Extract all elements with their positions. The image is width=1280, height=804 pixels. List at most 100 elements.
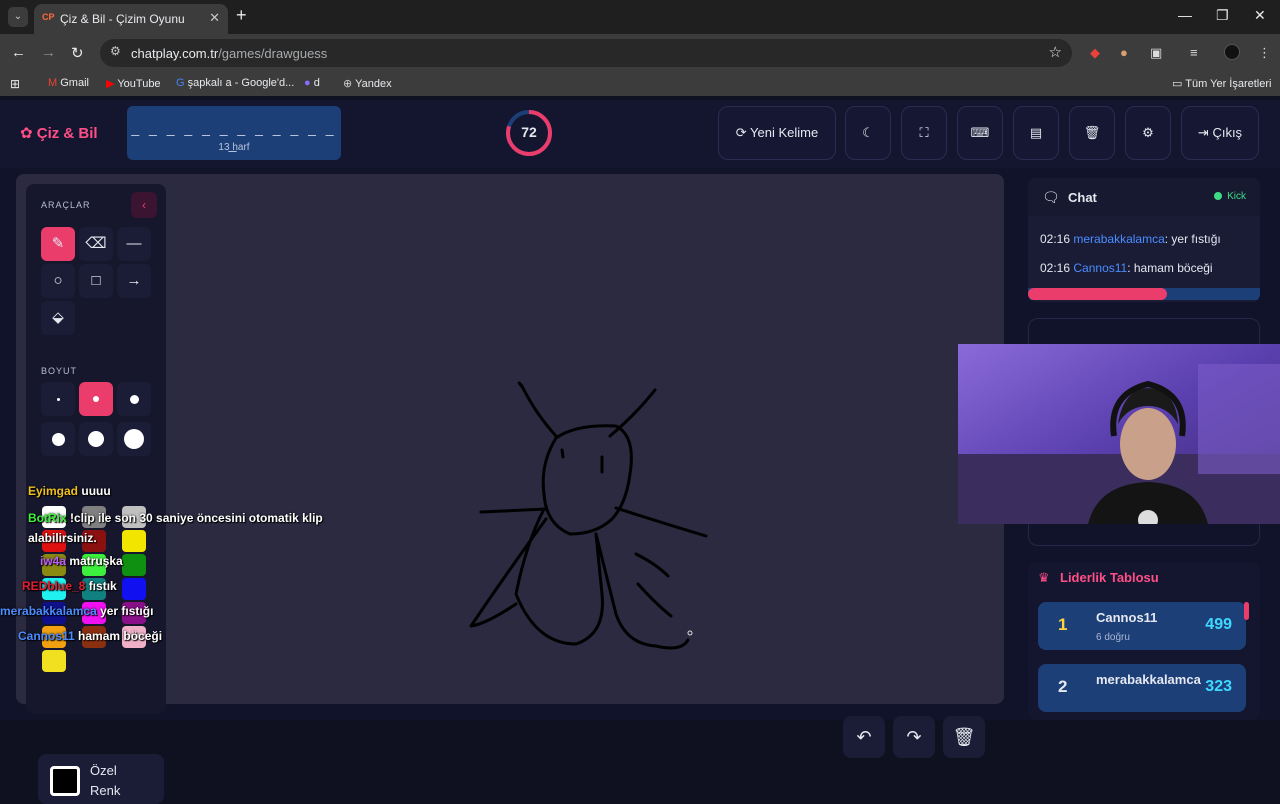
browser-tab[interactable]: CP Çiz & Bil - Çizim Oyunu ✕ xyxy=(34,4,228,34)
leaderboard-row: 1 Cannos11 6 doğru 499 xyxy=(1038,602,1246,650)
gmail-icon: M xyxy=(48,77,61,89)
url-path: /games/drawguess xyxy=(218,46,328,61)
exit-button[interactable]: ⇥ Çıkış xyxy=(1181,106,1259,160)
size-dot xyxy=(56,397,60,401)
round-timer: 72 xyxy=(505,109,553,157)
expand-icon: ⛶ xyxy=(919,125,929,140)
eraser-tool[interactable]: ⌫ xyxy=(79,227,113,261)
browser-menu-icon[interactable]: ⋮ xyxy=(1258,45,1271,61)
url-host: chatplay.com.tr xyxy=(131,46,219,61)
arrow-tool[interactable]: → xyxy=(117,264,151,298)
chat-progress-fill xyxy=(1028,288,1168,300)
new-tab-button[interactable]: + xyxy=(236,5,247,26)
media-control-icon[interactable]: ≡ xyxy=(1190,45,1198,60)
size-6[interactable] xyxy=(117,422,151,456)
forward-button[interactable]: → xyxy=(41,44,56,61)
size-3[interactable] xyxy=(117,382,151,416)
player-name: merabakkalamca xyxy=(1096,672,1201,687)
overlay-message: matruşka xyxy=(69,554,123,568)
rank: 2 xyxy=(1058,677,1068,696)
all-bookmarks[interactable]: ▭ Tüm Yer İşaretleri xyxy=(1172,77,1271,90)
undo-icon: ↶ xyxy=(856,727,872,747)
dark-mode-button[interactable]: ☾ xyxy=(845,106,891,160)
bookmark-gmail[interactable]: M Gmail xyxy=(48,77,89,89)
overlay-username: BotRix xyxy=(28,511,70,525)
back-button[interactable]: ← xyxy=(11,44,26,61)
extension-icon[interactable]: ◆ xyxy=(1090,45,1100,61)
square-tool[interactable]: □ xyxy=(79,264,113,298)
chevron-left-icon: ‹ xyxy=(142,198,146,212)
square-icon: □ xyxy=(91,272,101,289)
collapse-panel-button[interactable]: ‹ xyxy=(131,192,157,218)
browser-toolbar: ← → ↻ ⚙ chatplay.com.tr/games/drawguess … xyxy=(0,34,1280,72)
chat-message: 02:16 Cannos11: hamam böceği xyxy=(1040,261,1213,275)
settings-button[interactable]: ⚙ xyxy=(1125,106,1171,160)
bookmark-d[interactable]: ● d xyxy=(304,77,320,89)
color-swatch[interactable] xyxy=(122,554,146,576)
circle-tool[interactable]: ○ xyxy=(41,264,75,298)
bookmark-star-icon[interactable]: ☆ xyxy=(1049,43,1062,61)
profile-avatar[interactable] xyxy=(1224,44,1240,60)
chat-panel: 🗨 Chat Kick 02:16 merabakkalamca: yer fı… xyxy=(1028,178,1260,302)
gear-icon: ⚙ xyxy=(1142,125,1154,140)
trash-icon: 🗑 xyxy=(952,727,976,747)
color-swatch[interactable] xyxy=(122,578,146,600)
custom-color-button[interactable]: Özel Renk xyxy=(38,754,164,804)
size-1[interactable] xyxy=(41,382,75,416)
moon-icon: ☾ xyxy=(862,125,874,140)
redo-button[interactable]: ↷ xyxy=(893,716,935,758)
bookmark-google[interactable]: G şapkalı a - Google'd... xyxy=(176,77,294,89)
redo-icon: ↷ xyxy=(906,727,922,747)
tab-search-button[interactable]: ⌄ xyxy=(8,7,28,27)
extensions-puzzle-icon[interactable]: ▣ xyxy=(1150,45,1162,61)
bookmark-youtube[interactable]: ▶ YouTube xyxy=(106,77,161,90)
overlay-chat-line: Eyimgad uuuu xyxy=(28,484,111,498)
keyboard-icon: ⌨ xyxy=(970,125,990,140)
tools-title: ARAÇLAR xyxy=(41,200,91,210)
site-info-icon[interactable]: ⚙ xyxy=(110,44,121,58)
address-bar[interactable]: ⚙ chatplay.com.tr/games/drawguess ☆ xyxy=(100,39,1072,67)
bookmarks-bar: ⊞ M Gmail ▶ YouTube G şapkalı a - Google… xyxy=(0,72,1280,96)
size-2[interactable] xyxy=(79,382,113,416)
timer-value: 72 xyxy=(521,124,537,140)
close-window-button[interactable]: ✕ xyxy=(1254,7,1266,24)
fullscreen-button[interactable]: ⛶ xyxy=(901,106,947,160)
delete-button[interactable]: 🗑 xyxy=(1069,106,1115,160)
leaderboard-scrollbar[interactable] xyxy=(1244,602,1249,620)
size-5[interactable] xyxy=(79,422,113,456)
color-swatch[interactable] xyxy=(42,650,66,672)
crown-icon: ♛ xyxy=(1038,570,1050,585)
size-4[interactable] xyxy=(41,422,75,456)
app-logo: ✿ Çiz & Bil xyxy=(20,125,98,142)
fill-tool[interactable]: ⬙ xyxy=(41,301,75,335)
reload-button[interactable]: ↻ xyxy=(71,44,84,62)
brush-tool[interactable]: ✎ xyxy=(41,227,75,261)
keyboard-button[interactable]: ⌨ xyxy=(957,106,1003,160)
overlay-username: REDblue_8 xyxy=(22,579,89,593)
kick-status: Kick xyxy=(1214,191,1246,202)
custom-color-label: Özel Renk xyxy=(90,763,121,798)
refresh-icon: ⟳ xyxy=(735,125,751,140)
archive-button[interactable]: ▤ xyxy=(1013,106,1059,160)
word-hint-box: _ _ _ _ _ _ _ _ _ _ _ _ _ 13 harf xyxy=(127,106,341,160)
minimize-button[interactable]: — xyxy=(1178,7,1192,23)
new-word-button[interactable]: ⟳ Yeni Kelime xyxy=(718,106,836,160)
tab-close-icon[interactable]: ✕ xyxy=(209,10,220,26)
clear-canvas-button[interactable]: 🗑 xyxy=(943,716,985,758)
bookmark-yandex[interactable]: ⊕ Yandex xyxy=(343,77,392,90)
sign-out-icon: ⇥ xyxy=(1197,125,1213,140)
webcam-image xyxy=(958,344,1280,524)
size-dot xyxy=(51,432,65,446)
line-tool[interactable]: — xyxy=(117,227,151,261)
maximize-button[interactable]: ❐ xyxy=(1216,7,1229,24)
palette-icon: ✿ xyxy=(20,125,37,142)
extension-icon[interactable]: ● xyxy=(1120,45,1128,60)
overlay-message: fıstık xyxy=(88,579,117,593)
chat-header: 🗨 Chat Kick xyxy=(1028,178,1260,216)
undo-button[interactable]: ↶ xyxy=(843,716,885,758)
overlay-chat-line: iw4a matruşka xyxy=(40,554,123,568)
chat-progress-bar xyxy=(1028,288,1260,300)
apps-grid-icon[interactable]: ⊞ xyxy=(10,77,20,91)
tab-favicon: CP xyxy=(42,12,55,22)
eraser-icon: ⌫ xyxy=(85,235,107,252)
